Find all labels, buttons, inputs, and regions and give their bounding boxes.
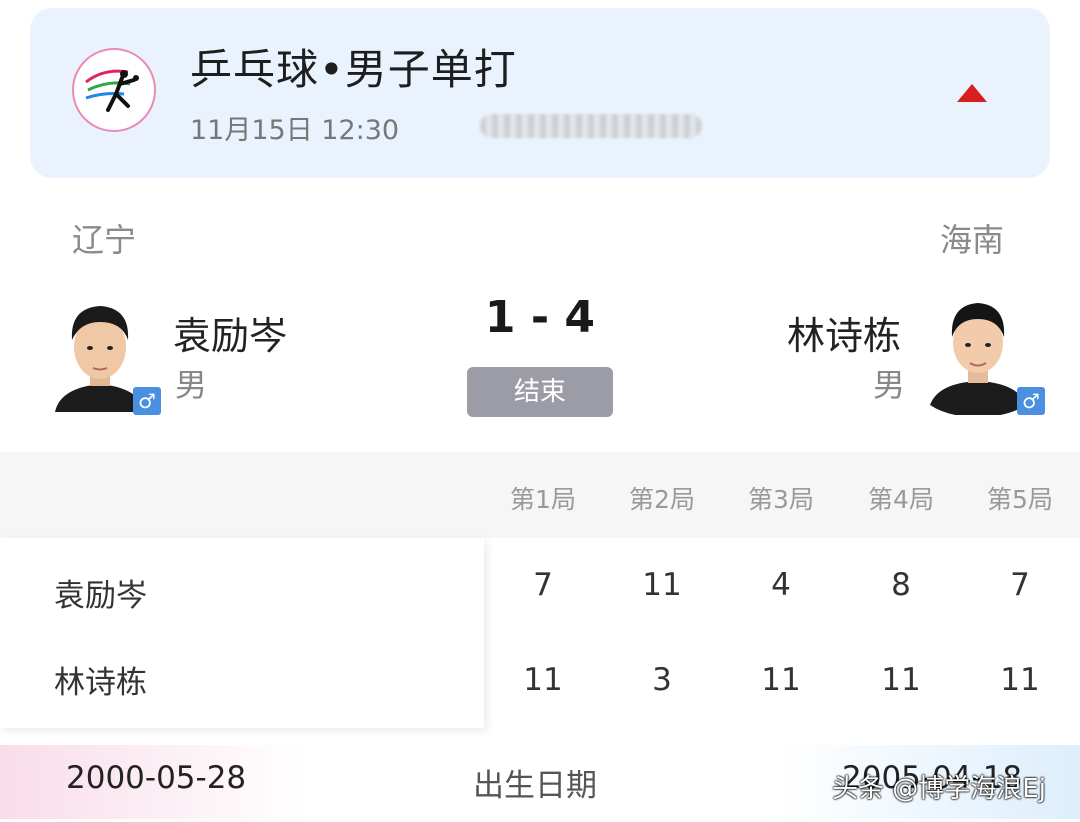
male-icon: ♂ (133, 387, 161, 415)
player-name-right[interactable]: 林诗栋 (787, 305, 901, 360)
set-row-player-2: 林诗栋 (54, 665, 147, 701)
set-row-player-1: 袁励岑 (54, 578, 147, 614)
player-name-left[interactable]: 袁励岑 (173, 305, 287, 360)
set-header-5: 第5局 (987, 485, 1053, 514)
set-score-cell: 11 (1000, 662, 1040, 698)
table-tennis-icon (72, 48, 156, 132)
set-score-cell: 7 (533, 567, 553, 603)
set-header-4: 第4局 (868, 485, 934, 514)
collapse-up-icon (957, 84, 987, 102)
team-left: 辽宁 (72, 221, 137, 259)
set-header-2: 第2局 (629, 485, 695, 514)
player-gender-left: 男 (175, 366, 208, 404)
watermark: 头条 @博学海浪Ej (832, 774, 1046, 804)
event-header-card[interactable]: 乒乓球•男子单打 11月15日 12:30 (30, 8, 1050, 178)
avatar-right[interactable] (928, 295, 1028, 415)
event-title: 乒乓球•男子单打 (190, 45, 517, 94)
set-score-cell: 11 (761, 662, 801, 698)
set-score-cell: 8 (891, 567, 911, 603)
collapse-button[interactable] (952, 78, 992, 108)
blurred-venue (480, 114, 702, 138)
set-score-cell: 4 (771, 567, 791, 603)
player-gender-right: 男 (873, 366, 906, 404)
set-score-cell: 7 (1010, 567, 1030, 603)
set-score-cell: 11 (881, 662, 921, 698)
male-icon: ♂ (1017, 387, 1045, 415)
birth-date-left: 2000-05-28 (66, 760, 247, 796)
team-right: 海南 (940, 221, 1005, 259)
set-header-3: 第3局 (748, 485, 814, 514)
event-time: 11月15日 12:30 (190, 115, 400, 146)
set-score-cell: 11 (642, 567, 682, 603)
set-header-1: 第1局 (510, 485, 576, 514)
set-score-cell: 3 (652, 662, 672, 698)
match-score: 1 - 4 (484, 292, 596, 343)
status-badge: 结束 (467, 367, 613, 417)
birth-date-label: 出生日期 (473, 768, 597, 804)
set-score-cell: 11 (523, 662, 563, 698)
